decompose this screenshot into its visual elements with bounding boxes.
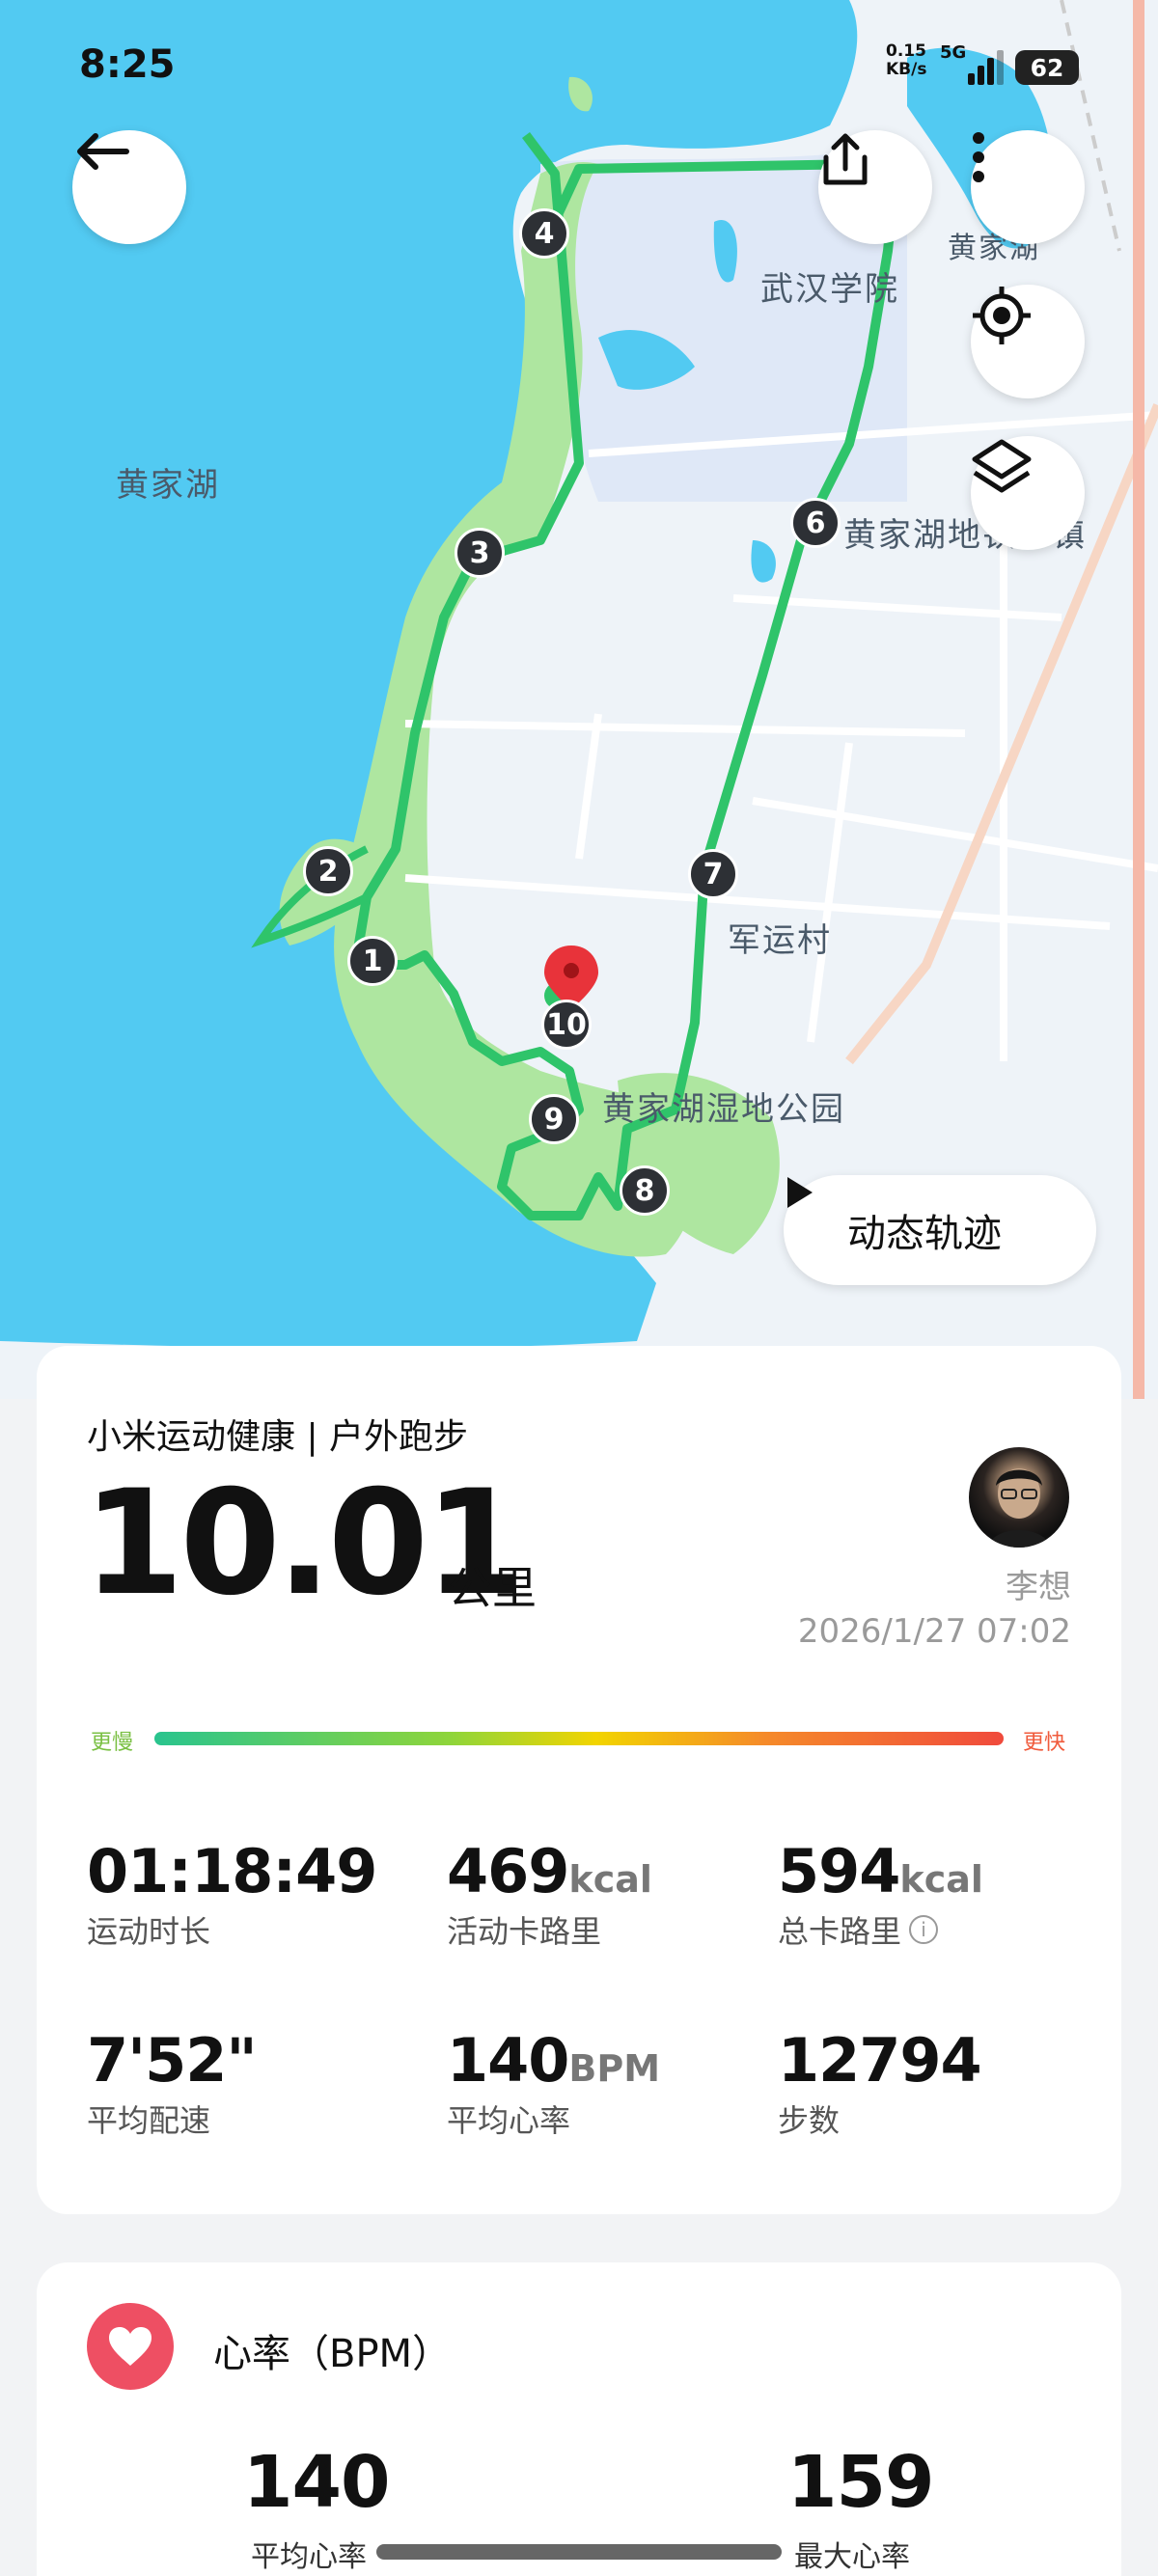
heart-rate-title: 心率（BPM）: [213, 2332, 452, 2376]
net-speed: 0.15 KB/s: [886, 41, 927, 79]
status-bar: 8:25 0.15 KB/s 5G 62: [0, 0, 1158, 135]
network-type: 5G: [940, 42, 967, 63]
back-button[interactable]: [72, 130, 186, 244]
app-title: 小米运动健康 | 户外跑步: [87, 1417, 469, 1457]
user-photo: [988, 1468, 1050, 1548]
heart-rate-avg-value: 140: [243, 2441, 390, 2524]
distance-unit: 公里: [448, 1562, 537, 1614]
locate-icon: [973, 287, 1031, 344]
pace-faster-label: 更快: [1023, 1731, 1066, 1755]
pace-slower-label: 更慢: [91, 1731, 134, 1755]
map-label: 黄家湖: [116, 466, 220, 505]
share-icon: [823, 133, 868, 185]
status-time: 8:25: [79, 42, 176, 87]
pace-gradient-bar: [154, 1732, 1004, 1745]
stat-total-calories[interactable]: 594kcal 总卡路里 i: [778, 1838, 983, 1952]
share-button[interactable]: [818, 130, 932, 244]
layers-button[interactable]: [971, 436, 1085, 550]
signal-icon: [968, 50, 1006, 85]
map-label: 武汉学院: [760, 270, 899, 309]
heart-icon: [87, 2303, 174, 2390]
locate-button[interactable]: [971, 285, 1085, 398]
km-marker: 8: [620, 1165, 670, 1216]
play-icon: [787, 1177, 813, 1208]
map-label: 黄家湖湿地公园: [602, 1090, 845, 1129]
km-marker: 7: [688, 849, 738, 899]
more-button[interactable]: [971, 130, 1085, 244]
stat-average-pace: 7'52" 平均配速: [87, 2025, 258, 2140]
stat-average-heart-rate: 140BPM 平均心率: [447, 2025, 661, 2140]
stat-active-calories: 469kcal 活动卡路里: [447, 1836, 652, 1951]
km-marker: 4: [519, 208, 569, 259]
dynamic-track-button[interactable]: 动态轨迹: [784, 1175, 1096, 1285]
info-icon[interactable]: i: [909, 1915, 939, 1944]
km-marker: 10: [541, 1000, 592, 1050]
stat-steps: 12794 步数: [778, 2025, 982, 2140]
km-marker: 2: [303, 846, 353, 896]
layers-icon: [972, 439, 1032, 493]
km-marker: 1: [347, 936, 398, 986]
heart-rate-card[interactable]: 心率（BPM） 140 159 平均心率 最大心率: [37, 2262, 1121, 2576]
route-map[interactable]: 武汉学院 黄家湖 黄家湖地铁小镇 军运村 黄家湖湿地公园 黄家湖 1 2 3 4…: [0, 0, 1158, 1399]
workout-summary-card: 小米运动健康 | 户外跑步 10.01 公里 李想 2026/1/27 07:0…: [37, 1346, 1121, 2214]
stat-duration: 01:18:49 运动时长: [87, 1836, 377, 1951]
map-label: 军运村: [728, 921, 832, 960]
heart-rate-max-label: 最大心率: [794, 2540, 910, 2574]
km-marker: 6: [790, 498, 841, 548]
heart-rate-range-bar: [376, 2544, 782, 2560]
heart-rate-max-value: 159: [787, 2441, 934, 2524]
workout-datetime: 2026/1/27 07:02: [797, 1612, 1071, 1651]
km-marker: 3: [455, 528, 505, 578]
user-name: 李想: [1006, 1568, 1071, 1606]
arrow-left-icon: [77, 133, 129, 170]
dynamic-track-label: 动态轨迹: [847, 1212, 1002, 1256]
heart-rate-avg-label: 平均心率: [251, 2540, 367, 2574]
battery-indicator: 62: [1015, 50, 1079, 85]
more-vertical-icon: [973, 132, 984, 182]
km-marker: 9: [529, 1094, 579, 1144]
avatar[interactable]: [969, 1447, 1069, 1548]
